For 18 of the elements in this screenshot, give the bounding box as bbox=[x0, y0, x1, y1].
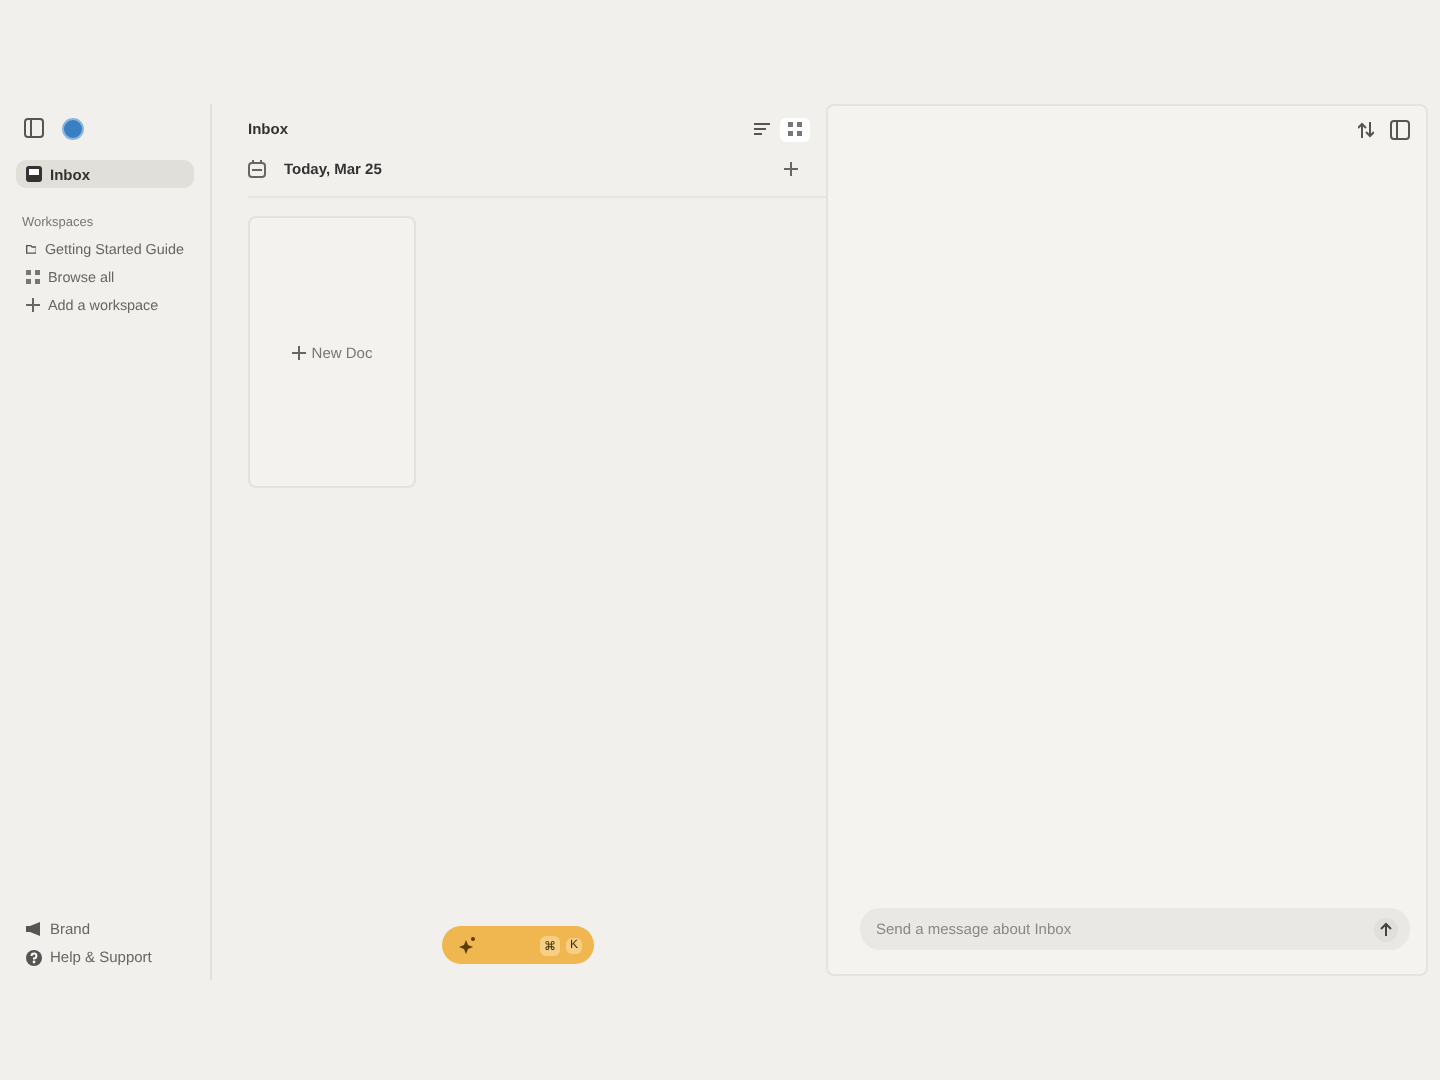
grid-view-button[interactable] bbox=[780, 117, 810, 141]
inbox-icon bbox=[26, 166, 42, 182]
calendar-icon bbox=[248, 160, 266, 178]
panel-toggle-icon[interactable] bbox=[1390, 120, 1410, 140]
sparkle-icon bbox=[458, 936, 476, 954]
swap-icon[interactable] bbox=[1358, 122, 1374, 138]
megaphone-icon bbox=[26, 921, 42, 936]
plus-icon bbox=[291, 345, 306, 359]
arrow-up-icon bbox=[1380, 922, 1392, 936]
folder-icon bbox=[26, 241, 37, 255]
plus-icon bbox=[26, 297, 40, 311]
sidebar-toggle-icon[interactable] bbox=[24, 118, 44, 138]
avatar[interactable] bbox=[62, 117, 84, 139]
help-icon bbox=[26, 949, 42, 966]
list-icon bbox=[753, 122, 769, 136]
grid-icon bbox=[788, 122, 802, 136]
grid-icon bbox=[26, 269, 40, 283]
add-button[interactable] bbox=[784, 162, 798, 176]
